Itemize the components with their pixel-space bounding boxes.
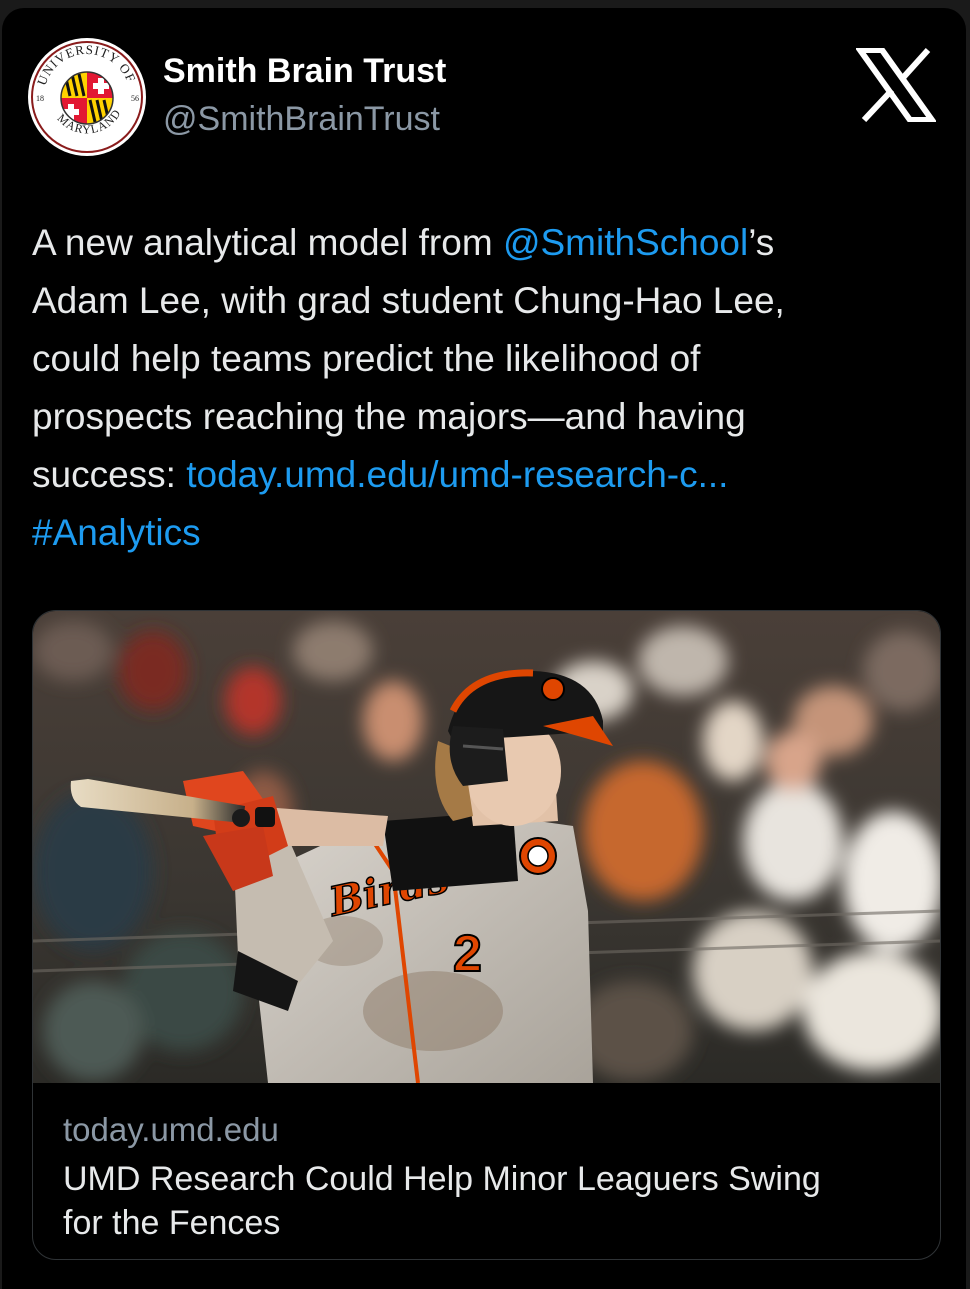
tweet-text-segment: success: (32, 454, 187, 495)
card-domain[interactable]: today.umd.edu (63, 1111, 279, 1149)
baseball-batter-photo: Birds 2 (33, 611, 940, 1083)
x-logo-icon[interactable] (854, 47, 938, 123)
hashtag-link[interactable]: #Analytics (32, 512, 201, 553)
tweet-screenshot: UNIVERSITY OF MARYLAND 18 56 Smith Brain… (2, 8, 966, 1289)
author-display-name[interactable]: Smith Brain Trust (163, 52, 446, 91)
tweet-text-segment: A new analytical model from (32, 222, 503, 263)
author-handle[interactable]: @SmithBrainTrust (163, 100, 440, 139)
maryland-flag-shield-icon (60, 71, 114, 125)
article-url-link[interactable]: today.umd.edu/umd-research-c... (186, 454, 728, 495)
tweet-text-segment: ’s (748, 222, 775, 263)
card-title[interactable]: UMD Research Could Help Minor Leaguers S… (63, 1157, 913, 1245)
link-preview-card[interactable]: Birds 2 today.umd.edu UMD Research Could… (32, 610, 941, 1260)
mention-link[interactable]: @SmithSchool (503, 222, 748, 263)
tweet-line: #Analytics (32, 504, 932, 562)
card-image[interactable]: Birds 2 (33, 611, 940, 1083)
card-title-line: UMD Research Could Help Minor Leaguers S… (63, 1160, 821, 1198)
profile-avatar[interactable]: UNIVERSITY OF MARYLAND 18 56 (28, 38, 146, 156)
card-title-line: for the Fences (63, 1204, 281, 1242)
svg-text:18: 18 (36, 94, 44, 103)
svg-text:56: 56 (131, 94, 139, 103)
jersey-number: 2 (453, 925, 482, 983)
umd-seal-icon: UNIVERSITY OF MARYLAND 18 56 (30, 40, 144, 154)
tweet-line: A new analytical model from @SmithSchool… (32, 214, 932, 272)
tweet-text: A new analytical model from @SmithSchool… (32, 214, 932, 562)
tweet-line: success: today.umd.edu/umd-research-c... (32, 446, 932, 504)
tweet-line: prospects reaching the majors—and having (32, 396, 746, 437)
tweet-line: could help teams predict the likelihood … (32, 338, 701, 379)
tweet-line: Adam Lee, with grad student Chung-Hao Le… (32, 280, 785, 321)
